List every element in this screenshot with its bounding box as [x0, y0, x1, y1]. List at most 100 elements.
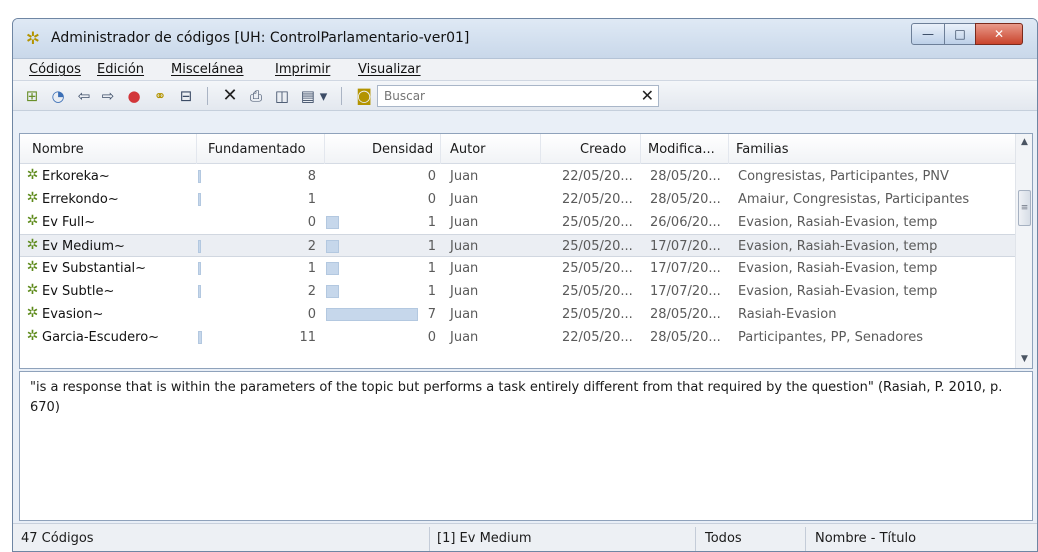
search-box: ✕: [377, 85, 659, 107]
menu-visualizar[interactable]: Visualizar: [358, 62, 421, 77]
menu-imprimir[interactable]: Imprimir: [275, 62, 330, 77]
comment-pane[interactable]: "is a response that is within the parame…: [19, 371, 1033, 521]
code-grounded: 0: [307, 307, 316, 322]
status-code-count: 47 Códigos: [21, 531, 94, 546]
code-name: Ev Substantial~: [42, 261, 147, 276]
table-row[interactable]: ✲ Ev Substantial~ 1 1 Juan 25/05/20... 17/07/2…: [20, 257, 1016, 280]
density-bar: [326, 216, 339, 229]
col-fundamentado[interactable]: Fundamentado: [208, 142, 306, 157]
code-families: Amaiur, Congresistas, Participantes: [738, 192, 970, 207]
col-autor[interactable]: Autor: [450, 142, 486, 157]
status-divider: [429, 527, 430, 551]
table-row[interactable]: ✲ Evasion~ 0 7 Juan 25/05/20... 28/05/20... Ras…: [20, 303, 1016, 326]
window-title: Administrador de códigos [UH: ControlPar…: [51, 30, 470, 46]
close-icon: ✕: [993, 27, 1005, 41]
code-icon: ✲: [26, 167, 39, 183]
code-name: Erkoreka~: [42, 169, 110, 184]
code-created: 25/05/20...: [562, 261, 633, 276]
column-divider[interactable]: [324, 134, 325, 164]
code-families: Participantes, PP, Senadores: [738, 330, 924, 345]
table-row[interactable]: ✲ Garcia-Escudero~ 11 0 Juan 22/05/20... 28/05…: [20, 326, 1016, 349]
code-modified: 17/07/20...: [650, 261, 721, 276]
code-created: 25/05/20...: [562, 284, 633, 299]
menu-codigos[interactable]: Códigos: [29, 62, 81, 77]
code-icon: ✲: [26, 282, 39, 298]
column-divider[interactable]: [540, 134, 541, 164]
table-scrollbar[interactable]: ▲ ≡ ▼: [1015, 134, 1032, 368]
table-row[interactable]: ✲ Ev Subtle~ 2 1 Juan 25/05/20... 17/07/20... E…: [20, 280, 1016, 303]
column-divider[interactable]: [196, 134, 197, 164]
code-author: Juan: [450, 192, 479, 207]
comment-text: "is a response that is within the parame…: [30, 380, 1003, 415]
code-icon: ✲: [26, 190, 39, 206]
code-grounded: 1: [307, 192, 316, 207]
col-nombre[interactable]: Nombre: [32, 142, 84, 157]
code-density: 0: [427, 330, 436, 345]
network-icon[interactable]: ⊟: [175, 86, 197, 106]
code-density: 7: [427, 307, 436, 322]
back-arrow-icon[interactable]: ⇦: [73, 86, 95, 106]
col-familias[interactable]: Familias: [736, 142, 789, 157]
code-families: Evasion, Rasiah-Evasion, temp: [738, 284, 938, 299]
table-row[interactable]: ✲ Ev Full~ 0 1 Juan 25/05/20... 26/06/20... Eva…: [20, 211, 1016, 234]
panel-icon[interactable]: ◫: [271, 86, 293, 106]
codes-table: Nombre Fundamentado Densidad Autor Cread…: [19, 133, 1033, 369]
print-icon[interactable]: ⎙: [245, 86, 267, 106]
delete-icon[interactable]: ✕: [219, 86, 241, 106]
code-name: Ev Medium~: [42, 239, 125, 254]
comment-icon[interactable]: ◔: [47, 86, 69, 106]
grounded-bar: [198, 331, 202, 344]
code-grounded: 11: [299, 330, 316, 345]
code-modified: 28/05/20...: [650, 307, 721, 322]
code-families: Evasion, Rasiah-Evasion, temp: [738, 261, 938, 276]
scroll-up-icon[interactable]: ▲: [1016, 134, 1032, 151]
menu-edicion[interactable]: Edición: [97, 62, 144, 77]
status-current-code: [1] Ev Medium: [437, 531, 532, 546]
minimize-button[interactable]: —: [911, 23, 945, 45]
minimize-icon: —: [922, 27, 934, 41]
code-name: Evasion~: [42, 307, 104, 322]
menu-bar: Códigos Edición Miscelánea Imprimir Visu…: [13, 59, 1037, 81]
maximize-button[interactable]: □: [944, 23, 976, 45]
density-bar: [326, 262, 339, 275]
link-icon[interactable]: ⚭: [149, 86, 171, 106]
code-created: 22/05/20...: [562, 169, 633, 184]
code-created: 25/05/20...: [562, 307, 633, 322]
new-code-icon[interactable]: ⊞: [21, 86, 43, 106]
view-dropdown-icon[interactable]: ▤ ▾: [297, 86, 331, 106]
code-name: Ev Full~: [42, 215, 96, 230]
scroll-down-icon[interactable]: ▼: [1016, 351, 1032, 368]
code-grounded: 8: [307, 169, 316, 184]
column-divider[interactable]: [640, 134, 641, 164]
menu-miscelanea[interactable]: Miscelánea: [171, 62, 244, 77]
color-wheel-icon[interactable]: ●: [123, 86, 145, 106]
code-created: 22/05/20...: [562, 192, 633, 207]
code-name: Errekondo~: [42, 192, 119, 207]
column-divider[interactable]: [728, 134, 729, 164]
code-density: 0: [427, 192, 436, 207]
filter-icon[interactable]: ◙: [353, 86, 375, 106]
table-row[interactable]: ✲ Errekondo~ 1 0 Juan 22/05/20... 28/05/20... A…: [20, 188, 1016, 211]
code-author: Juan: [450, 215, 479, 230]
col-densidad[interactable]: Densidad: [372, 142, 433, 157]
column-divider[interactable]: [440, 134, 441, 164]
forward-arrow-icon[interactable]: ⇨: [97, 86, 119, 106]
atlas-app-icon: ✲: [25, 29, 41, 49]
code-density: 1: [427, 239, 436, 254]
title-bar[interactable]: ✲ Administrador de códigos [UH: ControlP…: [13, 19, 1037, 59]
density-bar: [326, 240, 339, 253]
scroll-thumb[interactable]: ≡: [1018, 190, 1031, 226]
col-modificado[interactable]: Modifica...: [648, 142, 715, 157]
clear-search-icon[interactable]: ✕: [641, 86, 654, 106]
code-families: Rasiah-Evasion: [738, 307, 837, 322]
table-row[interactable]: ✲ Ev Medium~ 2 1 Juan 25/05/20... 17/07/20... E…: [20, 234, 1016, 257]
close-button[interactable]: ✕: [975, 23, 1023, 45]
code-density: 0: [427, 169, 436, 184]
code-icon: ✲: [26, 259, 39, 275]
col-creado[interactable]: Creado: [580, 142, 626, 157]
code-modified: 28/05/20...: [650, 192, 721, 207]
table-row[interactable]: ✲ Erkoreka~ 8 0 Juan 22/05/20... 28/05/20... Co…: [20, 165, 1016, 188]
search-input[interactable]: [378, 86, 618, 106]
code-created: 22/05/20...: [562, 330, 633, 345]
code-grounded: 2: [307, 239, 316, 254]
